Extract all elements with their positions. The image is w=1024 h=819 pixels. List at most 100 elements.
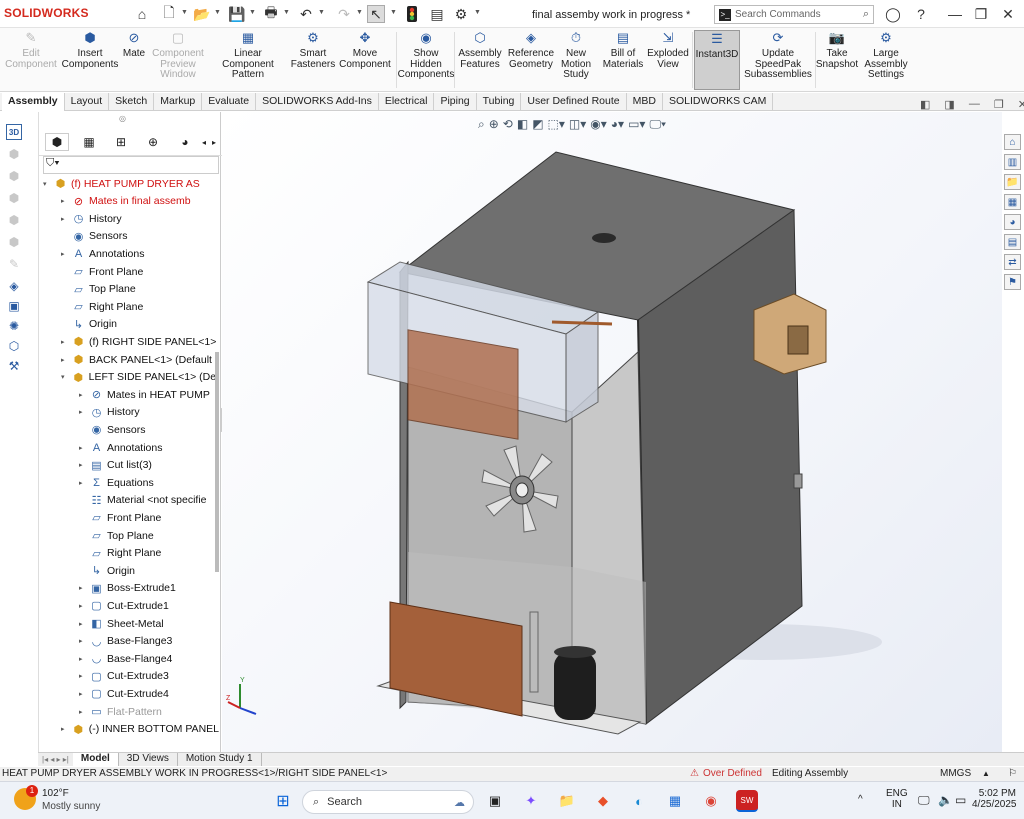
taskbar-search[interactable]: ⌕ Search ☁ [302,790,474,814]
options-gear-icon[interactable]: ⚙ [452,5,470,23]
apply-scene-icon[interactable]: ▭▾ [628,117,645,131]
tree-node[interactable]: ▸ ◷ History [79,404,219,421]
instant3d-button[interactable]: ☰ Instant3D [694,30,740,90]
tab-assembly[interactable]: Assembly [2,93,65,111]
chevron-right-icon[interactable]: ▸ [61,250,71,258]
chevron-right-icon[interactable]: ▸ [61,215,71,223]
chevron-right-icon[interactable]: ▸ [79,620,89,628]
component-icon[interactable]: ⬢ [6,212,22,228]
user-account-icon[interactable]: ◯ [884,5,902,23]
view-orientation-icon[interactable]: ⬚▾ [548,117,565,131]
minimize-icon[interactable]: — [946,5,964,23]
file-explorer-icon[interactable]: 📁 [1004,174,1021,190]
solidworks-logo[interactable]: SOLIDWORKS [4,6,89,20]
chevron-down-icon[interactable]: ▼ [318,9,325,16]
tree-scrollbar[interactable] [215,352,219,572]
snapshot-button[interactable]: 📷 Take Snapshot [816,30,858,90]
chevron-down-icon[interactable]: ▼ [214,9,221,16]
component-icon[interactable]: ⬢ [6,190,22,206]
tree-node[interactable]: ☷ Material <not specifie [79,492,219,509]
chevron-down-icon[interactable]: ▼ [356,9,363,16]
tree-node[interactable]: ↳ Origin [79,562,219,579]
network-icon[interactable]: 🖵 [918,793,930,808]
view-palette-icon[interactable]: ▦ [1004,194,1021,210]
tree-node[interactable]: ▸ ◧ Sheet-Metal [79,615,219,632]
search-commands-box[interactable]: >_ Search Commands ⌕ [714,5,874,24]
chevron-down-icon[interactable]: ▼ [390,9,397,16]
pencil-icon[interactable]: ✎ [6,256,22,272]
tools-icon[interactable]: ⚒ [6,358,22,374]
print-icon[interactable]: 🖶 [262,4,280,23]
chevron-right-icon[interactable]: ▸ [79,602,89,610]
tree-node[interactable]: ▱ Front Plane [61,263,219,280]
restore-icon[interactable]: ❐ [994,98,1004,111]
linear-pattern-button[interactable]: ▦ Linear Component Pattern [208,30,288,90]
tab-layout[interactable]: Layout [65,93,110,111]
solidworks-resources-icon[interactable]: ⚑ [1004,274,1021,290]
tree-node[interactable]: ◉ Sensors [79,421,219,438]
mate-button[interactable]: ⊘ Mate [120,30,148,90]
tree-node[interactable]: ▸ ⊘ Mates in HEAT PUMP [79,386,219,403]
customize-icon[interactable]: ⚐ [1008,767,1017,780]
solidworks-taskbar-icon[interactable]: SW [736,790,758,812]
chevron-right-icon[interactable]: ▸ [61,725,71,733]
tree-node[interactable]: ▸ ▭ Flat-Pattern [79,703,219,720]
home-icon[interactable]: ⌂ [1004,134,1021,150]
bottom-tab-model[interactable]: Model [72,753,119,766]
component-preview-button[interactable]: ▢ Component Preview Window [152,30,204,90]
help-icon[interactable]: ? [912,5,930,23]
tree-filter[interactable]: ⛉▾ [43,156,219,174]
tree-node[interactable]: ▸ ▤ Cut list(3) [79,457,219,474]
edit-component-button[interactable]: ✎ Edit Component [4,30,58,90]
tree-node[interactable]: ▸ A Annotations [61,245,219,262]
hide-show-icon[interactable]: ◉▾ [590,117,607,131]
unit-system[interactable]: MMGS [940,767,971,780]
3d-view-icon[interactable]: 3D [6,124,22,140]
minimize-icon[interactable]: — [969,98,980,111]
measure-icon[interactable]: ◈ [6,278,22,294]
bottom-tab-3d-views[interactable]: 3D Views [119,753,178,766]
tab-user-defined-route[interactable]: User Defined Route [521,93,627,111]
tab-markup[interactable]: Markup [154,93,203,111]
motion-study-button[interactable]: ⏱ New Motion Study [560,30,592,90]
move-component-button[interactable]: ✥ Move Component [338,30,392,90]
drag-handle-icon[interactable]: ◎ [119,114,126,123]
tree-node[interactable]: ▸ ◡ Base-Flange4 [79,650,219,667]
file-explorer-icon[interactable]: 📁 [556,790,578,812]
language-indicator[interactable]: ENG IN [886,788,908,810]
tree-node[interactable]: ▸ ⊘ Mates in final assemb [61,193,219,210]
bottom-tab-motion-study-1[interactable]: Motion Study 1 [178,753,262,766]
close-icon[interactable]: ✕ [999,5,1017,23]
weather-desc[interactable]: Mostly sunny [42,801,100,812]
search-commands-input[interactable]: Search Commands [735,9,821,20]
tree-node[interactable]: ▸ ⬢ (-) INNER BOTTOM PANEL [61,721,219,738]
chevron-right-icon[interactable]: ▸ [79,461,89,469]
redo-icon[interactable]: ↷ [335,5,353,23]
chevron-left-icon[interactable]: ◂ [199,133,209,151]
bom-button[interactable]: ▤ Bill of Materials [603,30,644,90]
show-hidden-button[interactable]: ◉ Show Hidden Components [397,30,455,90]
status-warning[interactable]: Over Defined [703,767,762,780]
tree-node[interactable]: ▸ ▢ Cut-Extrude3 [79,668,219,685]
component-icon[interactable]: ⬢ [6,234,22,250]
tab-scroll-icon[interactable]: |◂ ◂ ▸ ▸| [38,755,73,764]
file-properties-icon[interactable]: ▤ [428,5,446,23]
tree-node[interactable]: ▱ Top Plane [61,281,219,298]
section-view-icon[interactable]: ◧ [517,117,528,131]
edit-appearance-icon[interactable]: ◕▾ [611,117,624,131]
search-icon[interactable]: ⌕ [863,8,869,21]
tile-right-icon[interactable]: ◨ [944,98,954,111]
tree-node[interactable]: ▱ Right Plane [79,545,219,562]
windows-start-icon[interactable]: ⊞ [272,790,294,812]
chevron-right-icon[interactable]: ▸ [79,655,89,663]
feature-manager-tab-icon[interactable]: ⬢ [45,133,69,151]
tree-node[interactable]: ▸ ▢ Cut-Extrude4 [79,685,219,702]
tree-node[interactable]: ▸ ⬢ BACK PANEL<1> (Default [61,351,219,368]
chevron-right-icon[interactable]: ▸ [79,584,89,592]
dimxpert-tab-icon[interactable]: ⊕ [141,133,165,151]
select-cursor-icon[interactable]: ↖ [367,5,385,23]
chevron-right-icon[interactable]: ▸ [61,197,71,205]
filter-icon[interactable]: ⛉▾ [46,157,60,169]
tree-node[interactable]: ▱ Right Plane [61,298,219,315]
tree-node[interactable]: ▸ Σ Equations [79,474,219,491]
